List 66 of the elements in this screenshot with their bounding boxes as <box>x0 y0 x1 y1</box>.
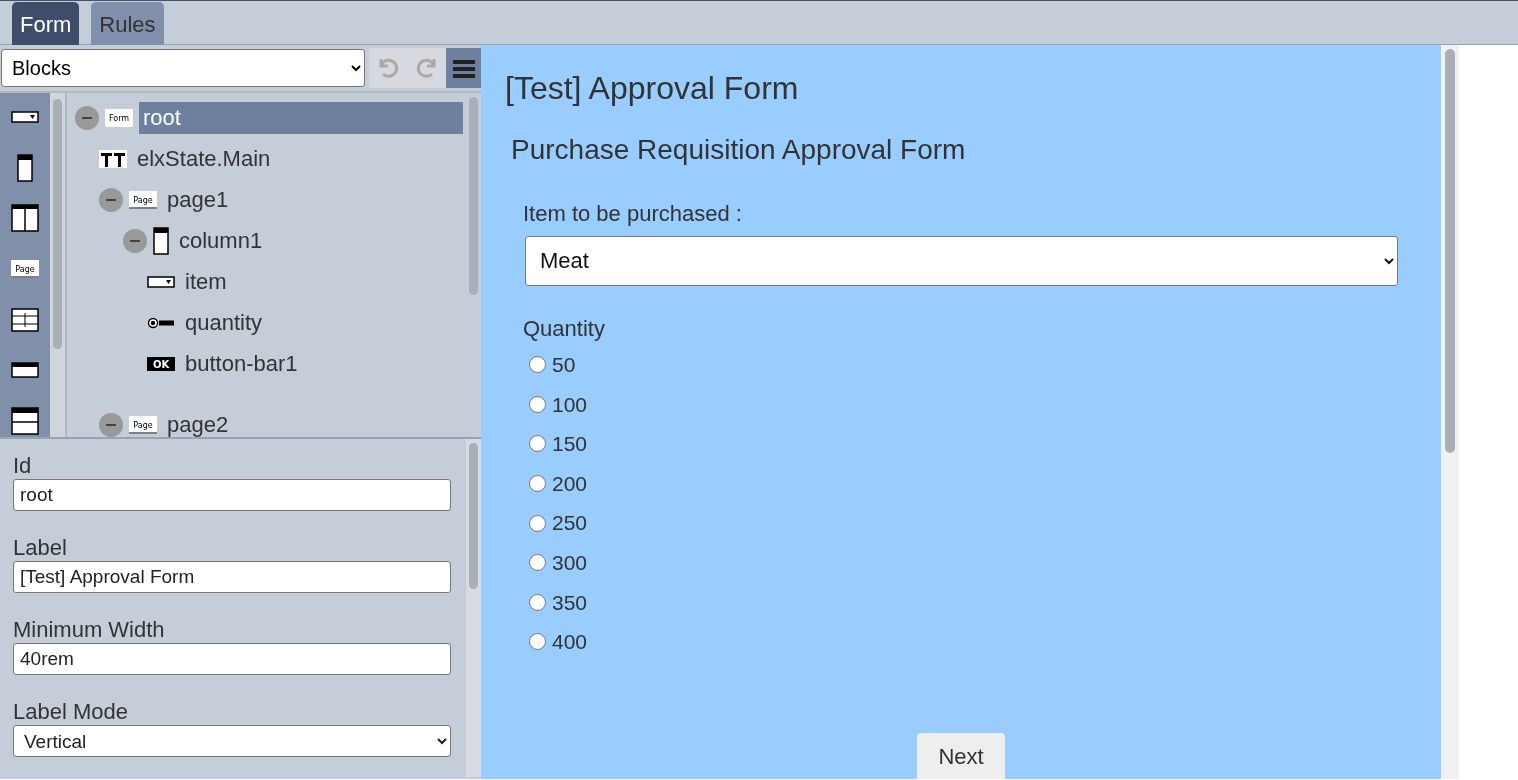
option-label: 300 <box>552 550 588 576</box>
page-icon: Page <box>129 190 157 209</box>
tab[interactable]: Rules <box>91 2 164 45</box>
tree-item[interactable]: item <box>181 265 231 298</box>
next-button[interactable]: Next <box>917 733 1005 779</box>
two-column-icon <box>11 204 39 233</box>
option-label: 50 <box>552 352 576 379</box>
column-icon <box>153 226 169 255</box>
menu-button[interactable] <box>446 48 481 88</box>
input-field[interactable]: 40rem <box>13 643 451 675</box>
tree-item[interactable]: elxState.Main <box>133 142 275 175</box>
text-icon <box>99 149 127 168</box>
field-label: Id <box>13 453 33 479</box>
option-label: 100 <box>552 391 588 418</box>
collapse-toggle[interactable] <box>123 228 147 253</box>
input-field[interactable]: root <box>13 479 451 511</box>
tree-item[interactable]: button-bar1 <box>181 347 302 380</box>
column-icon <box>17 153 33 182</box>
radio-button[interactable] <box>529 435 546 453</box>
tree-item[interactable]: root <box>139 101 463 134</box>
collapse-toggle[interactable] <box>99 187 123 212</box>
field-label: Quantity <box>523 315 606 343</box>
tree-item[interactable]: quantity <box>181 306 267 339</box>
radio-button[interactable] <box>529 514 546 532</box>
dropdown-icon <box>147 275 175 288</box>
option-label: 350 <box>552 589 588 616</box>
field-label: Label Mode <box>13 699 129 725</box>
option-label: 250 <box>552 510 588 537</box>
radio-button[interactable] <box>529 356 546 374</box>
option-label: 200 <box>552 470 588 497</box>
radio-button[interactable] <box>529 554 546 572</box>
select-field[interactable]: Vertical <box>13 725 451 757</box>
tab[interactable]: Form <box>12 2 80 45</box>
tree-item[interactable]: page1 <box>163 183 233 216</box>
radio-button[interactable] <box>529 633 546 651</box>
radio-button[interactable] <box>529 395 546 413</box>
form-icon: Form <box>105 108 133 127</box>
tree-item[interactable]: page2 <box>163 408 233 437</box>
form-title: [Test] Approval Form <box>505 69 800 108</box>
field-label: Label <box>13 535 68 561</box>
blocks-select[interactable]: Blocks <box>1 49 366 87</box>
menu-icon <box>451 57 476 80</box>
collapse-toggle[interactable] <box>99 412 123 437</box>
item-select[interactable]: Meat <box>525 236 1398 286</box>
tree-item[interactable]: column1 <box>175 224 267 257</box>
scrollbar[interactable] <box>50 93 65 437</box>
field-label: Minimum Width <box>13 617 166 643</box>
radio-button[interactable] <box>529 475 546 493</box>
radio-icon <box>147 316 175 329</box>
page-title: Purchase Requisition Approval Form <box>511 133 967 167</box>
scrollbar[interactable] <box>466 439 481 777</box>
ok-icon: OK <box>147 356 175 371</box>
bar-icon <box>11 362 39 379</box>
radio-button[interactable] <box>529 593 546 611</box>
palette-item[interactable]: Page <box>7 252 43 286</box>
page-icon: Page <box>129 415 157 434</box>
option-label: 400 <box>552 629 588 656</box>
grid-icon <box>11 307 39 332</box>
page-icon: Page <box>11 260 39 278</box>
field-label: Item to be purchased : <box>523 200 743 228</box>
dropdown-icon <box>11 111 39 124</box>
input-field[interactable]: [Test] Approval Form <box>13 561 451 593</box>
scrollbar[interactable] <box>1441 45 1459 779</box>
collapse-toggle[interactable] <box>75 105 99 130</box>
section-icon <box>11 406 39 435</box>
option-label: 150 <box>552 431 588 458</box>
